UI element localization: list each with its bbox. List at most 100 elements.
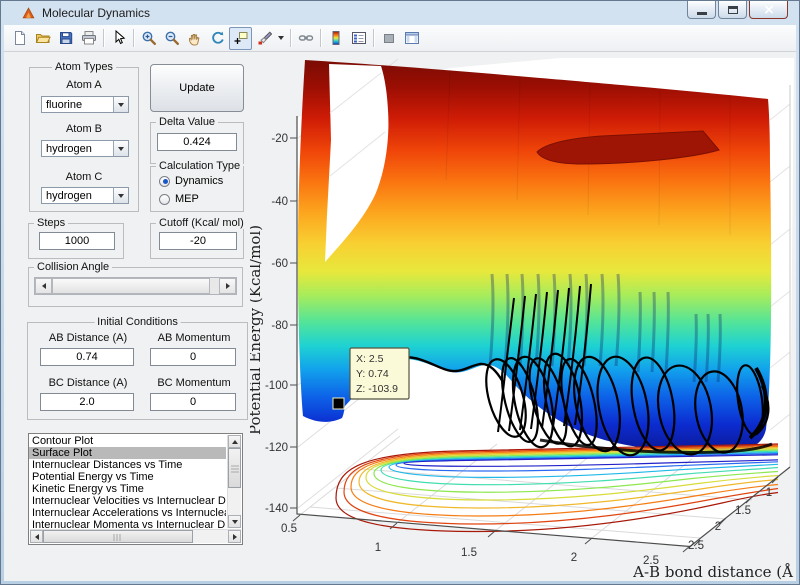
bc-momentum-label: BC Momentum xyxy=(148,377,240,389)
toolbar-separator xyxy=(320,29,321,47)
list-item[interactable]: Internuclear Accelerations vs Internucle… xyxy=(29,507,226,519)
toolbar-separator xyxy=(133,29,134,47)
svg-text:0.5: 0.5 xyxy=(281,523,297,535)
list-item[interactable]: Kinetic Energy vs Time xyxy=(29,483,226,495)
scroll-right-button[interactable] xyxy=(228,530,241,543)
radio-dot xyxy=(163,197,168,202)
slider-left-arrow[interactable] xyxy=(35,278,52,294)
group-title: Delta Value xyxy=(156,116,218,128)
scroll-up-button[interactable] xyxy=(228,435,241,448)
radio-dot xyxy=(163,179,168,184)
radio-dynamics[interactable]: Dynamics xyxy=(159,175,223,187)
slider-thumb[interactable] xyxy=(52,278,210,294)
titlebar[interactable]: Molecular Dynamics xyxy=(4,1,796,25)
chevron-down-icon xyxy=(118,147,124,151)
matlab-app-icon xyxy=(21,6,36,20)
pan-button[interactable] xyxy=(183,27,206,50)
slider-track[interactable] xyxy=(210,278,219,294)
horizontal-scrollbar[interactable] xyxy=(30,529,241,543)
save-figure-button[interactable] xyxy=(54,27,77,50)
cutoff-input[interactable] xyxy=(159,232,237,250)
insert-legend-button[interactable] xyxy=(347,27,370,50)
vertical-scroll-thumb[interactable] xyxy=(228,448,241,488)
show-plot-tools-button[interactable] xyxy=(400,27,423,50)
ab-momentum-label: AB Momentum xyxy=(148,332,240,344)
slider-right-arrow[interactable] xyxy=(219,278,236,294)
group-title: Steps xyxy=(34,217,68,229)
svg-text:1: 1 xyxy=(766,487,772,499)
brush-data-button[interactable] xyxy=(252,27,275,50)
atom-a-select[interactable]: fluorine xyxy=(41,96,129,113)
atom-c-select[interactable]: hydrogen xyxy=(41,187,129,204)
group-title: Calculation Type xyxy=(156,160,243,172)
radio-icon xyxy=(159,176,170,187)
save-icon xyxy=(58,30,74,46)
new-document-button[interactable] xyxy=(8,27,31,50)
list-item[interactable]: Internuclear Velocities vs Internuclear … xyxy=(29,495,226,507)
close-button[interactable] xyxy=(749,1,788,19)
svg-text:-40: -40 xyxy=(271,196,288,208)
triangle-right-icon xyxy=(233,534,237,540)
steps-group: Steps xyxy=(28,223,124,259)
figure-content: Atom Types Atom A fluorine Atom B hydrog… xyxy=(4,52,796,581)
list-item[interactable]: Contour Plot xyxy=(29,435,226,447)
svg-text:X: 2.5: X: 2.5 xyxy=(356,353,384,365)
scroll-left-button[interactable] xyxy=(30,530,43,543)
dropdown-button[interactable] xyxy=(113,188,128,203)
svg-text:2.5: 2.5 xyxy=(688,540,704,552)
link-plots-button[interactable] xyxy=(294,27,317,50)
print-icon xyxy=(81,30,97,46)
data-cursor-button[interactable] xyxy=(229,27,252,50)
ab-momentum-input[interactable] xyxy=(150,348,236,366)
list-item[interactable]: Internuclear Distances vs Time xyxy=(29,459,226,471)
bc-distance-input[interactable] xyxy=(40,393,134,411)
radio-mep[interactable]: MEP xyxy=(159,193,199,205)
maximize-button[interactable] xyxy=(718,1,747,19)
datatip-marker[interactable] xyxy=(333,398,344,409)
svg-text:-140: -140 xyxy=(265,503,288,515)
zoom-in-button[interactable] xyxy=(137,27,160,50)
bc-momentum-input[interactable] xyxy=(150,393,236,411)
delta-value-input[interactable] xyxy=(157,133,237,151)
update-button[interactable]: Update xyxy=(150,64,244,112)
show-plot-tools-icon xyxy=(404,30,420,46)
print-figure-button[interactable] xyxy=(77,27,100,50)
list-item[interactable]: Surface Plot xyxy=(29,447,226,459)
svg-text:-20: -20 xyxy=(271,133,288,145)
dropdown-button[interactable] xyxy=(113,97,128,112)
arrow-cursor-button[interactable] xyxy=(107,27,130,50)
open-file-button[interactable] xyxy=(31,27,54,50)
atom-a-label: Atom A xyxy=(30,79,138,91)
datatip[interactable]: X: 2.5 Y: 0.74 Z: -103.9 xyxy=(350,348,409,399)
steps-input[interactable] xyxy=(39,232,115,250)
initial-conditions-group: Initial Conditions AB Distance (A) AB Mo… xyxy=(27,322,248,420)
horizontal-scroll-thumb[interactable] xyxy=(43,530,193,543)
atom-c-label: Atom C xyxy=(30,171,138,183)
ab-distance-input[interactable] xyxy=(40,348,134,366)
toolbar-separator xyxy=(103,29,104,47)
calculation-type-group: Calculation Type Dynamics MEP xyxy=(150,166,244,212)
collision-angle-slider[interactable] xyxy=(34,277,237,295)
scroll-down-button[interactable] xyxy=(228,515,241,528)
zoom-out-button[interactable] xyxy=(160,27,183,50)
list-item[interactable]: Internuclear Momenta vs Internuclear Dis… xyxy=(29,519,226,528)
chevron-down-icon xyxy=(118,103,124,107)
minimize-button[interactable] xyxy=(687,1,716,19)
triangle-down-icon xyxy=(232,520,238,524)
triangle-left-icon xyxy=(42,283,46,289)
radio-icon xyxy=(159,194,170,205)
plot-area[interactable]: -20 -40 -60 -80 -100 -120 -140 0.5 1 1.5… xyxy=(250,52,794,581)
hide-plot-tools-button[interactable] xyxy=(377,27,400,50)
dropdown-button[interactable] xyxy=(113,141,128,156)
thumb-grip xyxy=(231,464,239,473)
svg-text:1.5: 1.5 xyxy=(461,547,477,559)
vertical-scrollbar[interactable] xyxy=(227,435,241,528)
colorbar-icon xyxy=(328,30,344,46)
rotate-3d-button[interactable] xyxy=(206,27,229,50)
insert-colorbar-button[interactable] xyxy=(324,27,347,50)
atom-b-select[interactable]: hydrogen xyxy=(41,140,129,157)
list-item[interactable]: Potential Energy vs Time xyxy=(29,471,226,483)
brush-dropdown-button[interactable] xyxy=(275,27,287,50)
svg-text:-60: -60 xyxy=(271,258,288,270)
toolbar-separator xyxy=(290,29,291,47)
